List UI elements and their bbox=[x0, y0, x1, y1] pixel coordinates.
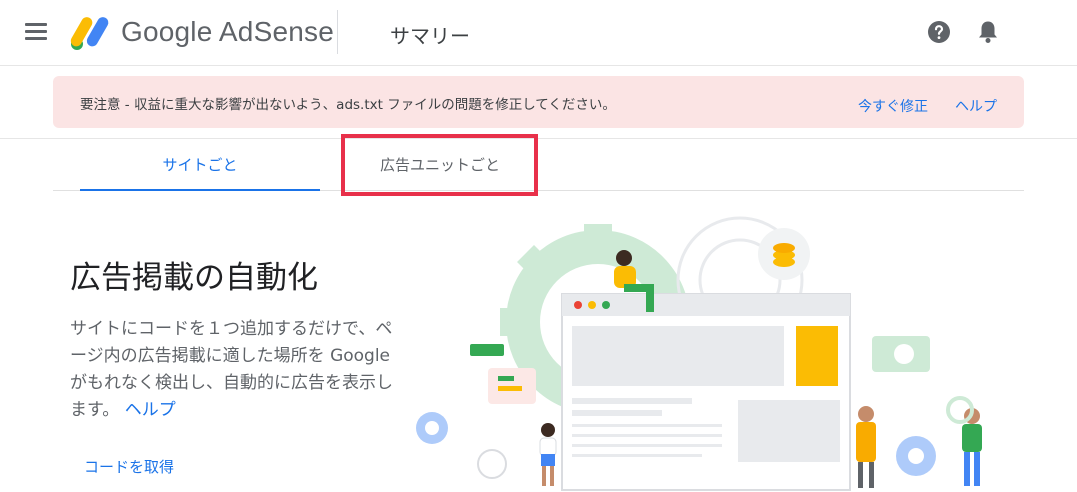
hamburger-menu-icon[interactable] bbox=[22, 20, 50, 44]
description-text: サイトにコードを１つ追加するだけで、ページ内の広告掲載に適した場所を Googl… bbox=[70, 319, 393, 420]
description-help-link[interactable]: ヘルプ bbox=[125, 400, 176, 420]
browser-window-illustration bbox=[561, 293, 851, 491]
page-title: サマリー bbox=[390, 24, 470, 48]
get-code-button[interactable]: コードを取得 bbox=[84, 456, 174, 477]
help-circle-icon[interactable] bbox=[927, 20, 951, 44]
auto-ads-illustration bbox=[416, 216, 982, 491]
top-app-bar: Google AdSense サマリー bbox=[0, 0, 1077, 66]
adsense-logo bbox=[70, 17, 109, 50]
highlight-annotation-box bbox=[341, 134, 538, 196]
ads-txt-warning-banner: 要注意 - 収益に重大な影響が出ないよう、ads.txt ファイルの問題を修正し… bbox=[53, 76, 1024, 128]
header-divider bbox=[337, 10, 338, 54]
warning-message: 要注意 - 収益に重大な影響が出ないよう、ads.txt ファイルの問題を修正し… bbox=[80, 97, 616, 113]
auto-ads-description: サイトにコードを１つ追加するだけで、ページ内の広告掲載に適した場所を Googl… bbox=[70, 316, 400, 424]
auto-ads-heading: 広告掲載の自動化 bbox=[70, 260, 318, 296]
fix-now-link[interactable]: 今すぐ修正 bbox=[858, 96, 928, 116]
bell-icon[interactable] bbox=[976, 19, 1000, 45]
banner-help-link[interactable]: ヘルプ bbox=[955, 96, 997, 116]
person-illustration bbox=[946, 396, 982, 486]
brand-name: Google AdSense bbox=[121, 16, 334, 47]
person-illustration bbox=[856, 406, 876, 488]
tab-by-site[interactable]: サイトごと bbox=[80, 139, 320, 191]
person-illustration bbox=[539, 423, 557, 486]
